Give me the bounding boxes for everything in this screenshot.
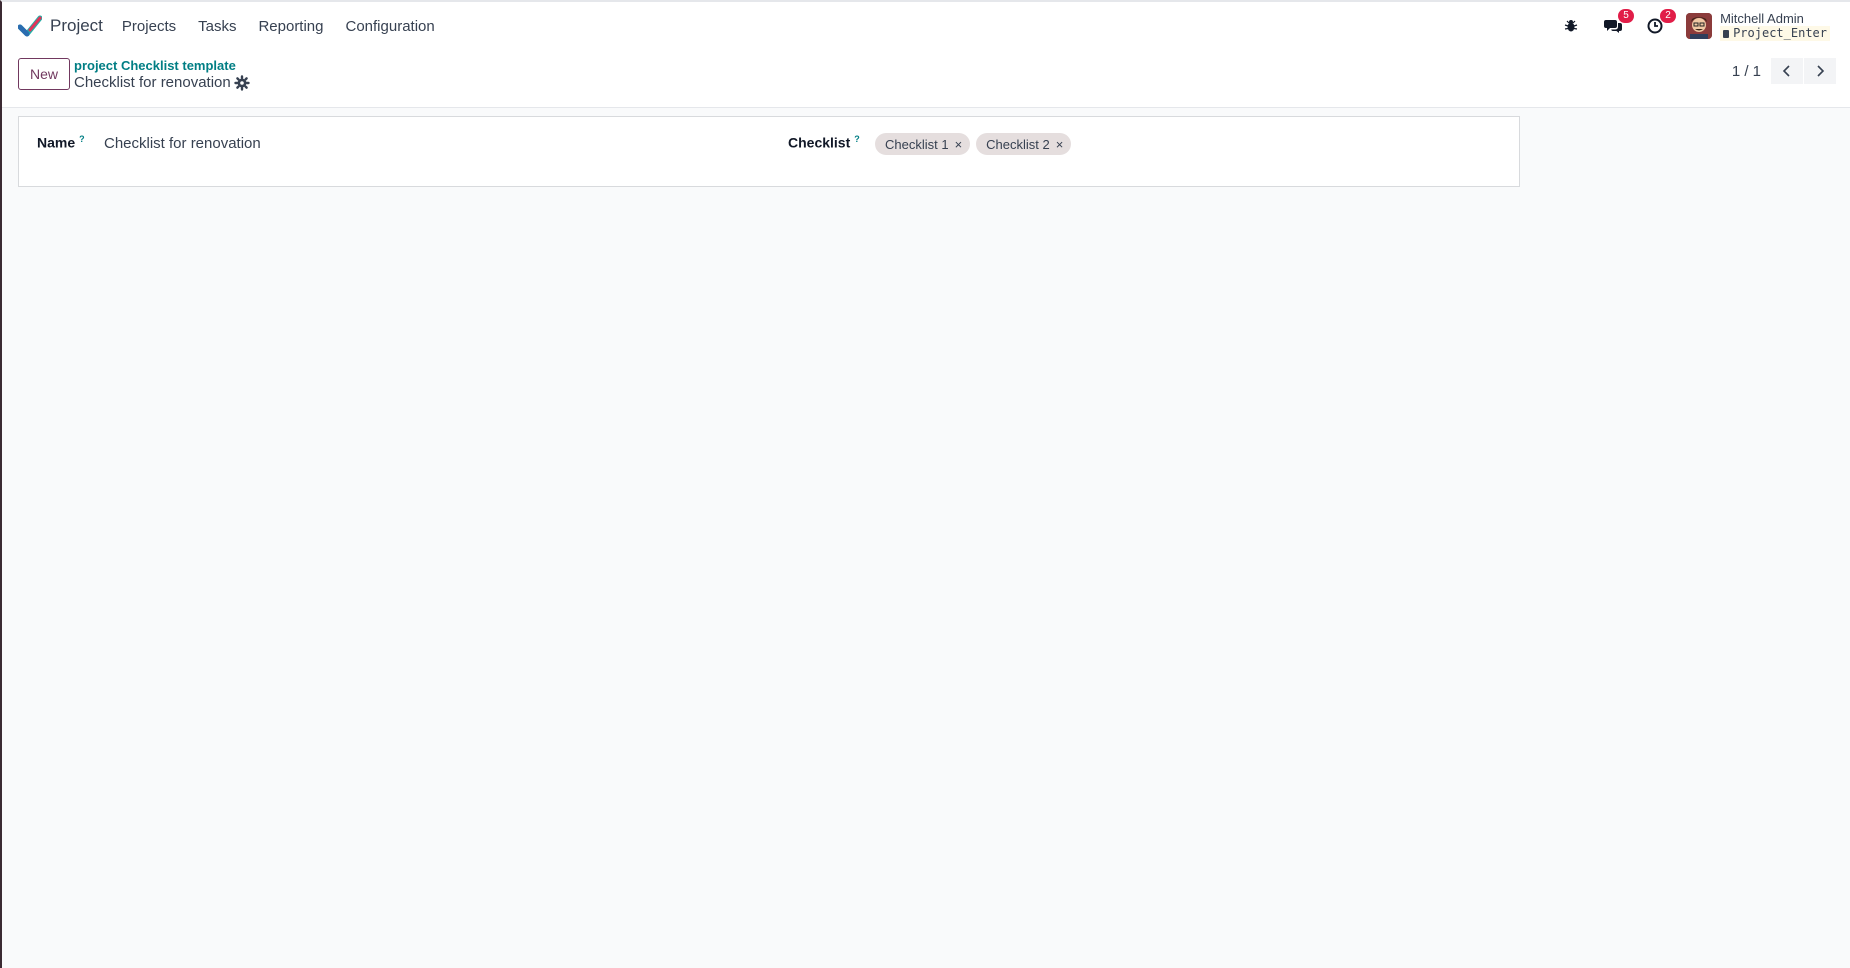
- database-label: Project_Enter: [1733, 26, 1827, 40]
- remove-tag-button[interactable]: ×: [1056, 137, 1064, 152]
- pager: 1 / 1: [1732, 58, 1836, 84]
- checklist-tag: Checklist 1 ×: [875, 133, 971, 155]
- page-title: Checklist for renovation: [74, 74, 231, 91]
- main-menu: Projects Tasks Reporting Configuration: [111, 18, 446, 35]
- menu-item-reporting[interactable]: Reporting: [247, 18, 334, 35]
- chevron-right-icon: [1817, 65, 1825, 77]
- checklist-tags-field[interactable]: Checklist 1 × Checklist 2 ×: [875, 133, 1077, 155]
- debug-button[interactable]: [1560, 15, 1582, 37]
- pager-value[interactable]: 1 / 1: [1732, 63, 1761, 80]
- avatar: [1686, 13, 1713, 39]
- user-info: Mitchell Admin Project_Enter: [1720, 11, 1830, 41]
- top-navbar: Project Projects Tasks Reporting Configu…: [2, 2, 1850, 50]
- form-sheet: Name? Checklist for renovation Checklist…: [18, 116, 1520, 187]
- user-avatar-icon: [1686, 13, 1713, 39]
- app-brand[interactable]: Project: [18, 14, 103, 38]
- checklist-tag: Checklist 2 ×: [976, 133, 1072, 155]
- activities-count-badge: 2: [1660, 9, 1677, 23]
- checklist-label-text: Checklist: [788, 134, 851, 151]
- checklist-help-tooltip[interactable]: ?: [854, 134, 860, 144]
- app-name[interactable]: Project: [50, 16, 103, 36]
- database-name: Project_Enter: [1720, 26, 1830, 41]
- checklist-tag-label: Checklist 1: [885, 136, 949, 152]
- menu-item-tasks[interactable]: Tasks: [187, 18, 247, 35]
- database-icon: [1723, 29, 1730, 38]
- menu-item-projects[interactable]: Projects: [111, 18, 187, 35]
- checkmark-logo-icon: [18, 15, 42, 37]
- messages-button[interactable]: 5: [1602, 9, 1635, 37]
- name-field[interactable]: Checklist for renovation: [104, 135, 261, 152]
- menu-item-configuration[interactable]: Configuration: [335, 18, 446, 35]
- pager-previous-button[interactable]: [1771, 58, 1803, 84]
- checklist-tag-label: Checklist 2: [986, 136, 1050, 152]
- chevron-left-icon: [1782, 65, 1790, 77]
- pager-next-button[interactable]: [1804, 58, 1836, 84]
- control-panel: New project Checklist template Checklist…: [2, 50, 1850, 108]
- systray: 5 2 Mitchell Admin Project_Enter: [1560, 2, 1850, 50]
- new-button[interactable]: New: [18, 58, 70, 90]
- activities-button[interactable]: 2: [1644, 9, 1677, 37]
- name-label-text: Name: [37, 134, 76, 151]
- gear-icon[interactable]: [234, 75, 250, 91]
- name-label: Name?: [37, 134, 85, 151]
- user-menu[interactable]: Mitchell Admin Project_Enter: [1686, 11, 1830, 41]
- remove-tag-button[interactable]: ×: [955, 137, 963, 152]
- breadcrumb[interactable]: project Checklist template: [74, 58, 236, 73]
- user-name: Mitchell Admin: [1720, 11, 1804, 26]
- checklist-label: Checklist?: [788, 134, 860, 151]
- bug-icon: [1564, 20, 1578, 32]
- messages-count-badge: 5: [1618, 9, 1635, 23]
- name-help-tooltip[interactable]: ?: [79, 134, 85, 144]
